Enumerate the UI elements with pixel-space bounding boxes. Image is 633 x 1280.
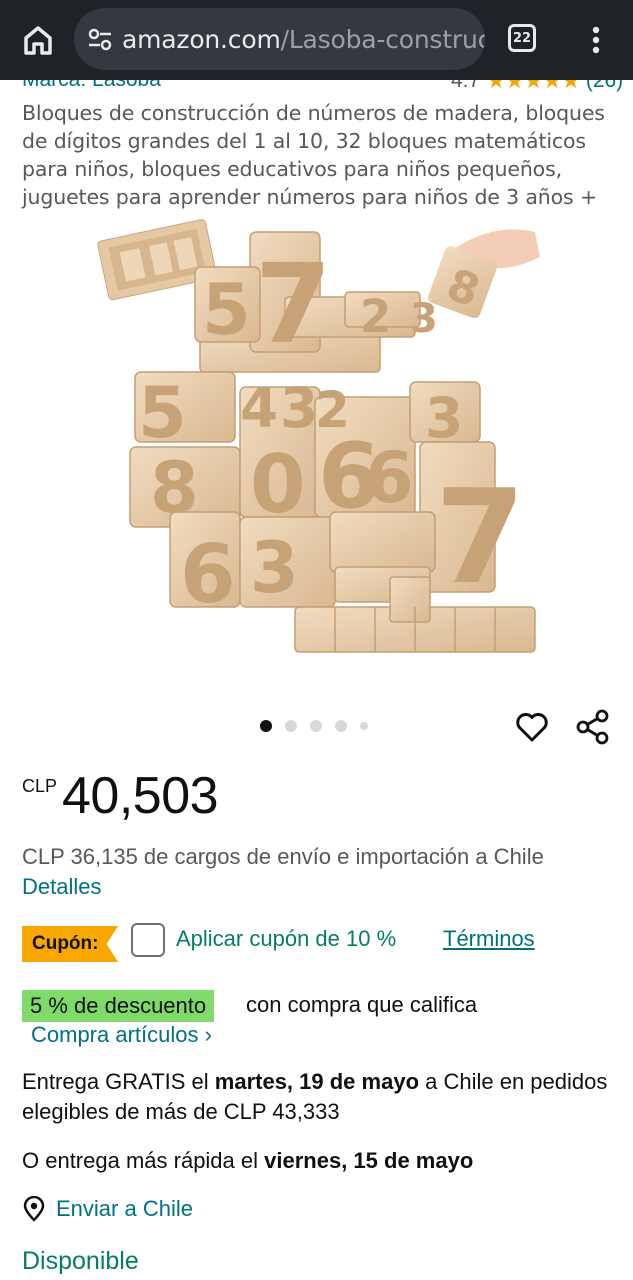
carousel-dot[interactable] — [285, 720, 297, 732]
svg-text:3: 3 — [410, 296, 438, 342]
image-carousel-dots[interactable] — [260, 720, 368, 732]
brand-rating-row: Marca: Lasoba 4.7 ★★★★★ (26) — [0, 80, 633, 94]
carousel-dot[interactable] — [360, 722, 368, 730]
carousel-dot[interactable] — [310, 720, 322, 732]
coupon-badge: Cupón: — [22, 926, 118, 962]
heart-icon[interactable] — [514, 709, 550, 745]
rating[interactable]: 4.7 ★★★★★ (26) — [451, 80, 623, 94]
buy-items-link[interactable]: Compra artículos › — [31, 1022, 212, 1048]
url-path: /Lasoba-construcc — [280, 24, 485, 54]
svg-text:7: 7 — [435, 461, 525, 613]
svg-text:6: 6 — [180, 528, 236, 621]
delivery-prefix: Entrega GRATIS el — [22, 1069, 215, 1094]
carousel-dot-active[interactable] — [260, 720, 272, 732]
delivery-info: Entrega GRATIS el martes, 19 de mayo a C… — [22, 1067, 622, 1127]
price-value: 40,503 — [62, 767, 219, 825]
svg-text:0: 0 — [250, 438, 306, 531]
svg-text:3: 3 — [280, 376, 318, 440]
svg-text:7: 7 — [255, 240, 332, 368]
hand-with-block: 8 — [428, 229, 540, 319]
svg-text:4: 4 — [240, 376, 278, 440]
price-currency: CLP — [22, 776, 58, 796]
shipping-fees: CLP 36,135 de cargos de envío e importac… — [22, 844, 544, 869]
product-title: Bloques de construcción de números de ma… — [22, 101, 605, 209]
ship-to-row[interactable]: Enviar a Chile — [22, 1196, 193, 1222]
fast-delivery-date: viernes, 15 de mayo — [264, 1148, 474, 1173]
product-image[interactable]: 8 5 7 5 4 3 2 0 6 6 3 7 6 3 8 2 3 — [90, 212, 550, 672]
discount-text: con compra que califica — [246, 992, 478, 1017]
details-link[interactable]: Detalles — [22, 874, 101, 900]
fast-delivery-info: O entrega más rápida el viernes, 15 de m… — [22, 1148, 473, 1174]
share-icon[interactable] — [575, 709, 611, 745]
svg-text:2: 2 — [360, 290, 391, 343]
svg-text:5: 5 — [202, 269, 251, 351]
brand-link[interactable]: Marca: Lasoba — [22, 80, 161, 92]
url-text: amazon.com/Lasoba-construcc — [122, 25, 485, 54]
home-icon[interactable] — [20, 22, 56, 58]
site-settings-icon[interactable] — [86, 25, 114, 53]
address-bar[interactable]: amazon.com/Lasoba-construcc — [74, 8, 485, 70]
svg-text:5: 5 — [138, 372, 187, 454]
discount-badge: 5 % de descuento — [22, 990, 215, 1022]
url-host: amazon.com — [122, 24, 281, 54]
carousel-dot[interactable] — [335, 720, 347, 732]
svg-text:3: 3 — [250, 527, 299, 609]
tab-switcher-button[interactable]: 22 — [508, 24, 536, 52]
more-options-icon[interactable] — [583, 22, 609, 58]
coupon-checkbox[interactable] — [131, 923, 165, 957]
location-pin-icon — [23, 1196, 45, 1222]
star-rating-icon: ★★★★★ — [486, 80, 581, 93]
svg-text:8: 8 — [150, 447, 199, 529]
fast-delivery-prefix: O entrega más rápida el — [22, 1148, 265, 1173]
availability-status: Disponible — [22, 1247, 139, 1275]
ship-to-link[interactable]: Enviar a Chile — [56, 1196, 193, 1222]
coupon-terms-link[interactable]: Términos — [443, 926, 535, 952]
tab-count: 22 — [512, 30, 532, 46]
svg-text:6: 6 — [365, 437, 414, 519]
browser-toolbar: amazon.com/Lasoba-construcc 22 — [0, 0, 633, 80]
coupon-label[interactable]: Aplicar cupón de 10 % — [176, 926, 396, 952]
delivery-date: martes, 19 de mayo — [214, 1069, 420, 1094]
rating-value: 4.7 — [451, 80, 481, 92]
review-count: (26) — [585, 80, 624, 92]
svg-text:3: 3 — [425, 386, 463, 450]
